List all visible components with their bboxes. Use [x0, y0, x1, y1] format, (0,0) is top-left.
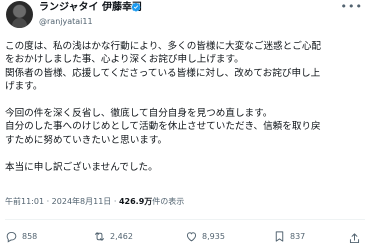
views-label: 件の表示 — [152, 197, 185, 206]
bookmark-icon — [275, 231, 284, 242]
post-header: ランジャタイ 伊藤幸司 @ranjyatai11 ••• — [5, 0, 365, 34]
repost-icon — [94, 232, 105, 241]
reply-icon — [6, 231, 17, 243]
bookmark-button[interactable]: 837 — [273, 230, 305, 243]
text-line: をおかけしました事、心より深くお詫び申し上げます。 — [5, 54, 244, 66]
text-line: 本当に申し訳ございませんでした。 — [5, 161, 158, 173]
reply-button[interactable]: 858 — [5, 230, 37, 243]
views-count: 426.9万 — [118, 197, 153, 206]
text-line: 関係者の皆様、応援してくださっている皆様に対し、改めてお詫び申し上 — [5, 67, 321, 79]
share-button[interactable] — [348, 230, 361, 249]
text-line: げます。 — [5, 81, 43, 93]
text-line: この度は、私の浅はかな行動により、多くの皆様に大変なご迷惑とご心配 — [5, 41, 322, 52]
divider — [5, 219, 365, 220]
author-name[interactable]: ランジャタイ 伊藤幸司 — [39, 1, 142, 14]
post-meta: 午前11:01 · 2024年8月11日 · 426.9万件の表示 — [5, 196, 365, 207]
verified-badge-icon — [131, 2, 141, 12]
bookmark-count: 837 — [290, 232, 306, 241]
timestamp[interactable]: 午前11:01 · 2024年8月11日 · — [5, 197, 116, 206]
repost-button[interactable]: 2,462 — [93, 230, 133, 243]
like-count: 8,935 — [202, 232, 225, 241]
text-line: 自分のした事へのけじめとして活動を休止させていただき、信頼を取り戻 — [5, 121, 321, 133]
text-line: すために努めていきたいと思います。 — [5, 134, 168, 146]
text-line: 今回の件を深く反省し、徹底して自分自身を見つめ直します。 — [5, 108, 273, 120]
repost-count: 2,462 — [110, 232, 133, 241]
like-button[interactable]: 8,935 — [185, 230, 225, 243]
author-handle[interactable]: @ranjyatai11 — [39, 16, 93, 27]
reply-count: 858 — [22, 232, 38, 241]
more-options-icon[interactable]: ••• — [341, 1, 363, 13]
post-text: この度は、私の浅はかな行動により、多くの皆様に大変なご迷惑とご心配 をおかけしま… — [5, 40, 367, 174]
avatar[interactable] — [6, 1, 33, 28]
share-icon — [349, 233, 360, 244]
action-bar: 858 2,462 8,935 837 — [5, 226, 365, 248]
heart-icon — [186, 232, 197, 242]
